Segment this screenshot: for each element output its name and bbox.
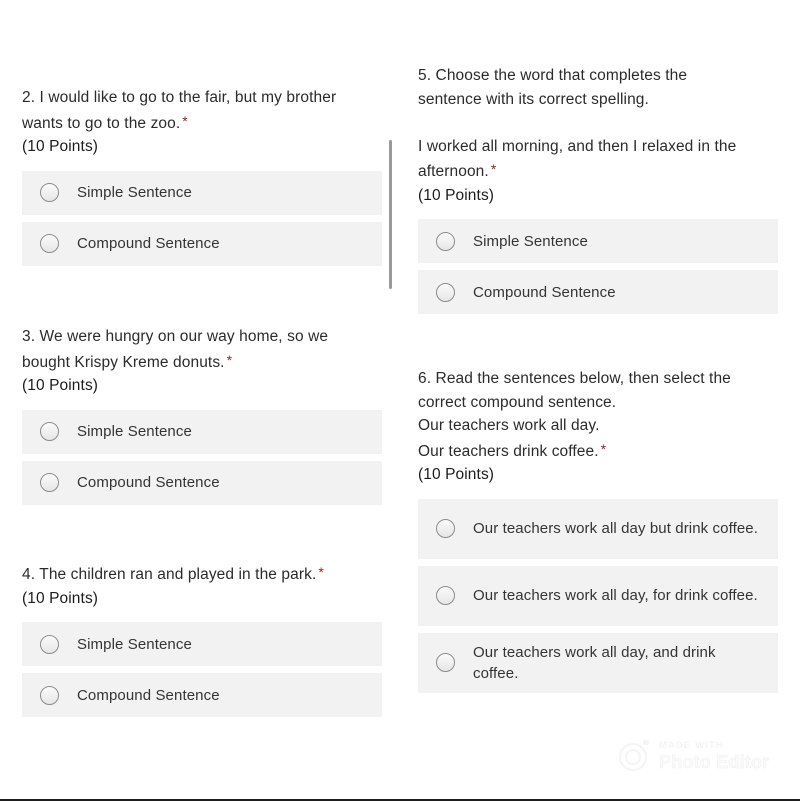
radio-button-icon[interactable] xyxy=(436,653,455,672)
option-label: Compound Sentence xyxy=(473,283,616,301)
question-line: correct compound sentence. xyxy=(418,393,617,411)
watermark-text: MADE WITH Photo Editor xyxy=(659,739,770,773)
question-q4: 4. The children ran and played in the pa… xyxy=(22,561,382,724)
camera-lens-icon xyxy=(618,739,652,773)
question-line-text: afternoon. xyxy=(418,163,489,180)
question-line: wants to go to the zoo. * xyxy=(22,110,382,136)
option-label: Simple Sentence xyxy=(473,232,588,250)
option-label: Simple Sentence xyxy=(77,184,192,201)
radio-button-icon[interactable] xyxy=(40,473,59,492)
question-text-q4: 4. The children ran and played in the pa… xyxy=(22,561,382,587)
points-label-q4: (10 Points) xyxy=(22,589,99,607)
watermark: MADE WITH Photo Editor xyxy=(618,739,769,773)
options-q6: Our teachers work all day but drink coff… xyxy=(418,498,778,693)
question-text-q3: 3. We were hungry on our way home, so we… xyxy=(22,325,382,374)
points-label-q2: (10 Points) xyxy=(22,138,99,155)
options-q4: Simple Sentence Compound Sentence xyxy=(22,622,382,717)
scrollbar-thumb[interactable] xyxy=(389,140,392,289)
radio-button-icon[interactable] xyxy=(40,422,59,441)
question-line: 5. Choose the word that completes the xyxy=(418,67,688,84)
required-asterisk: * xyxy=(490,161,497,177)
option-label: Our teachers work all day, for drink cof… xyxy=(473,587,758,604)
question-line: 6. Read the sentences below, then select… xyxy=(418,370,731,387)
required-asterisk: * xyxy=(226,351,233,368)
radio-button-icon[interactable] xyxy=(436,586,455,605)
question-line: I worked all morning, and then I relaxed… xyxy=(418,137,737,155)
question-q2: 2. I would like to go to the fair, but m… xyxy=(22,86,382,273)
question-text-q2: 2. I would like to go to the fair, but m… xyxy=(22,86,382,135)
question-q5: 5. Choose the word that completes the se… xyxy=(418,64,778,321)
radio-button-icon[interactable] xyxy=(40,183,59,202)
options-q2: Simple Sentence Compound Sentence xyxy=(22,170,382,266)
option-label: Our teachers work all day but drink coff… xyxy=(473,520,758,537)
option-label: Compound Sentence xyxy=(77,235,220,252)
option-label: Compound Sentence xyxy=(77,474,220,491)
radio-button-icon[interactable] xyxy=(436,231,455,251)
radio-button-icon[interactable] xyxy=(40,234,59,253)
option-row[interactable]: Simple Sentence xyxy=(22,409,382,454)
question-line: bought Krispy Kreme donuts. * xyxy=(22,349,382,375)
question-text-q5: 5. Choose the word that completes the se… xyxy=(418,64,778,184)
required-asterisk: * xyxy=(600,440,607,457)
option-label: Simple Sentence xyxy=(77,423,192,440)
question-line: afternoon. * xyxy=(418,158,778,184)
question-q6: 6. Read the sentences below, then select… xyxy=(418,367,778,700)
options-q5: Simple Sentence Compound Sentence xyxy=(418,219,778,314)
question-line: 3. We were hungry on our way home, so we xyxy=(22,328,329,345)
option-row[interactable]: Our teachers work all day but drink coff… xyxy=(418,498,778,559)
question-line: 4. The children ran and played in the pa… xyxy=(22,561,382,587)
option-row[interactable]: Simple Sentence xyxy=(22,622,382,666)
question-line-text: Our teachers drink coffee. xyxy=(418,442,599,460)
points-label-q6: (10 Points) xyxy=(418,466,495,483)
question-line-text: bought Krispy Kreme donuts. xyxy=(22,353,225,371)
radio-button-icon[interactable] xyxy=(40,685,59,705)
question-line-text: 4. The children ran and played in the pa… xyxy=(22,566,317,583)
question-text-q6: 6. Read the sentences below, then select… xyxy=(418,367,778,463)
option-label: Our teachers work all day, and drink cof… xyxy=(473,643,716,682)
points-label-q3: (10 Points) xyxy=(22,377,99,394)
option-row[interactable]: Compound Sentence xyxy=(22,460,382,505)
option-label: Simple Sentence xyxy=(77,635,192,653)
option-row[interactable]: Our teachers work all day, and drink cof… xyxy=(418,632,778,693)
option-row[interactable]: Compound Sentence xyxy=(22,673,382,717)
question-q3: 3. We were hungry on our way home, so we… xyxy=(22,325,382,512)
option-label: Compound Sentence xyxy=(77,686,220,704)
required-asterisk: * xyxy=(182,112,188,129)
radio-button-icon[interactable] xyxy=(436,519,455,538)
watermark-made-with: MADE WITH xyxy=(659,739,724,751)
points-label-q5: (10 Points) xyxy=(418,186,495,204)
options-q3: Simple Sentence Compound Sentence xyxy=(22,409,382,505)
radio-button-icon[interactable] xyxy=(40,634,59,654)
question-line: Our teachers work all day. xyxy=(418,417,600,434)
option-row[interactable]: Simple Sentence xyxy=(22,170,382,215)
question-line: sentence with its correct spelling. xyxy=(418,90,649,108)
option-row[interactable]: Compound Sentence xyxy=(418,270,778,314)
watermark-app-name: Photo Editor xyxy=(659,752,770,773)
option-row[interactable]: Compound Sentence xyxy=(22,221,382,266)
radio-button-icon[interactable] xyxy=(436,282,455,302)
required-asterisk: * xyxy=(318,564,324,580)
scrollbar[interactable] xyxy=(389,140,393,289)
question-line: Our teachers drink coffee. * xyxy=(418,438,778,464)
option-row[interactable]: Simple Sentence xyxy=(418,219,778,263)
option-row[interactable]: Our teachers work all day, for drink cof… xyxy=(418,565,778,626)
form-page: 2. I would like to go to the fair, but m… xyxy=(0,0,800,799)
question-line: 2. I would like to go to the fair, but m… xyxy=(22,89,337,106)
question-blank-line xyxy=(418,111,778,135)
question-line-text: wants to go to the zoo. xyxy=(22,114,181,132)
